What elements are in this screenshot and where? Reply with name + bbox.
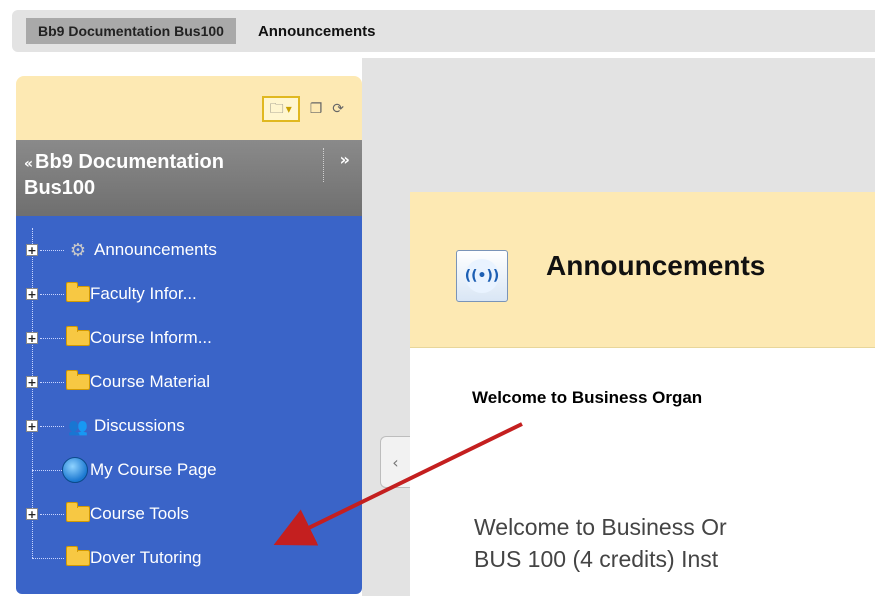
header-divider [323, 148, 324, 182]
expand-menu-icon[interactable]: » [340, 148, 350, 172]
people-icon: 👥 [68, 416, 88, 436]
course-title-line2: Bus100 [24, 177, 96, 199]
menu-item-label: Announcements [94, 240, 217, 259]
expand-node-icon[interactable]: + [26, 508, 38, 520]
folder-icon [66, 370, 90, 392]
announcement-heading: Welcome to Business Organ [472, 388, 703, 407]
folder-icon [66, 546, 90, 568]
course-menu-toolbar: 🗀 ▾ ❐ ⟳ [16, 76, 362, 140]
announcement-body-line2: BUS 100 (4 credits) Inst [474, 546, 719, 572]
page-title: Announcements [546, 250, 766, 281]
menu-item-label: Course Inform... [90, 328, 212, 347]
tree-branch [32, 557, 64, 559]
course-menu-tree: + ⚙ Announcements + Faculty Infor... + C… [16, 216, 362, 594]
menu-item-course-information[interactable]: + Course Inform... [16, 316, 362, 360]
menu-item-label: Course Material [90, 372, 210, 391]
expand-node-icon[interactable]: + [26, 420, 38, 432]
window-icon[interactable]: ❐ [310, 102, 323, 116]
chevron-left-icon: ‹ [392, 452, 399, 472]
main-content: ((•)) Announcements Welcome to Business … [410, 192, 875, 596]
announcements-broadcast-icon: ((•)) [456, 250, 508, 302]
folder-icon [66, 502, 90, 524]
tree-branch [40, 249, 64, 251]
gear-icon: ⚙ [69, 239, 87, 261]
chevron-down-icon: ▾ [285, 102, 292, 116]
tree-branch [40, 425, 64, 427]
menu-item-label: My Course Page [90, 460, 217, 479]
menu-item-course-material[interactable]: + Course Material [16, 360, 362, 404]
course-title-header[interactable]: «Bb9 Documentation Bus100 » [16, 140, 362, 216]
expand-node-icon[interactable]: + [26, 376, 38, 388]
expand-node-icon[interactable]: + [26, 244, 38, 256]
content-header: ((•)) Announcements [410, 192, 875, 348]
collapse-menu-tab[interactable]: ‹ [380, 436, 410, 488]
tree-branch [40, 513, 64, 515]
globe-icon [60, 457, 90, 483]
folder-view-icon: 🗀 [269, 101, 284, 117]
refresh-icon[interactable]: ⟳ [332, 102, 344, 116]
breadcrumb-current-page: Announcements [257, 22, 376, 40]
tree-branch [40, 381, 64, 383]
tree-branch [40, 293, 64, 295]
breadcrumb: Bb9 Documentation Bus100 Announcements [12, 10, 875, 52]
folder-view-button[interactable]: 🗀 ▾ [261, 96, 300, 122]
menu-item-my-course-page[interactable]: My Course Page [16, 448, 362, 492]
course-menu-panel: 🗀 ▾ ❐ ⟳ «Bb9 Documentation Bus100 » + ⚙ … [6, 76, 362, 596]
menu-item-discussions[interactable]: + 👥 Discussions [16, 404, 362, 448]
menu-item-faculty-information[interactable]: + Faculty Infor... [16, 272, 362, 316]
menu-item-course-tools[interactable]: + Course Tools [16, 492, 362, 536]
menu-item-announcements[interactable]: + ⚙ Announcements [16, 228, 362, 272]
tree-branch [40, 337, 64, 339]
menu-item-label: Dover Tutoring [90, 548, 202, 567]
menu-item-label: Course Tools [90, 504, 189, 523]
course-title-line1: Bb9 Documentation [35, 151, 224, 173]
folder-icon [66, 326, 90, 348]
menu-item-label: Faculty Infor... [90, 284, 197, 303]
expand-node-icon[interactable]: + [26, 288, 38, 300]
menu-item-label: Discussions [94, 416, 185, 435]
folder-icon [66, 282, 90, 304]
menu-item-dover-tutoring[interactable]: Dover Tutoring [16, 536, 362, 580]
collapse-icon[interactable]: « [24, 156, 33, 172]
expand-node-icon[interactable]: + [26, 332, 38, 344]
breadcrumb-course-link[interactable]: Bb9 Documentation Bus100 [26, 18, 236, 44]
announcement-body-line1: Welcome to Business Or [474, 514, 727, 540]
